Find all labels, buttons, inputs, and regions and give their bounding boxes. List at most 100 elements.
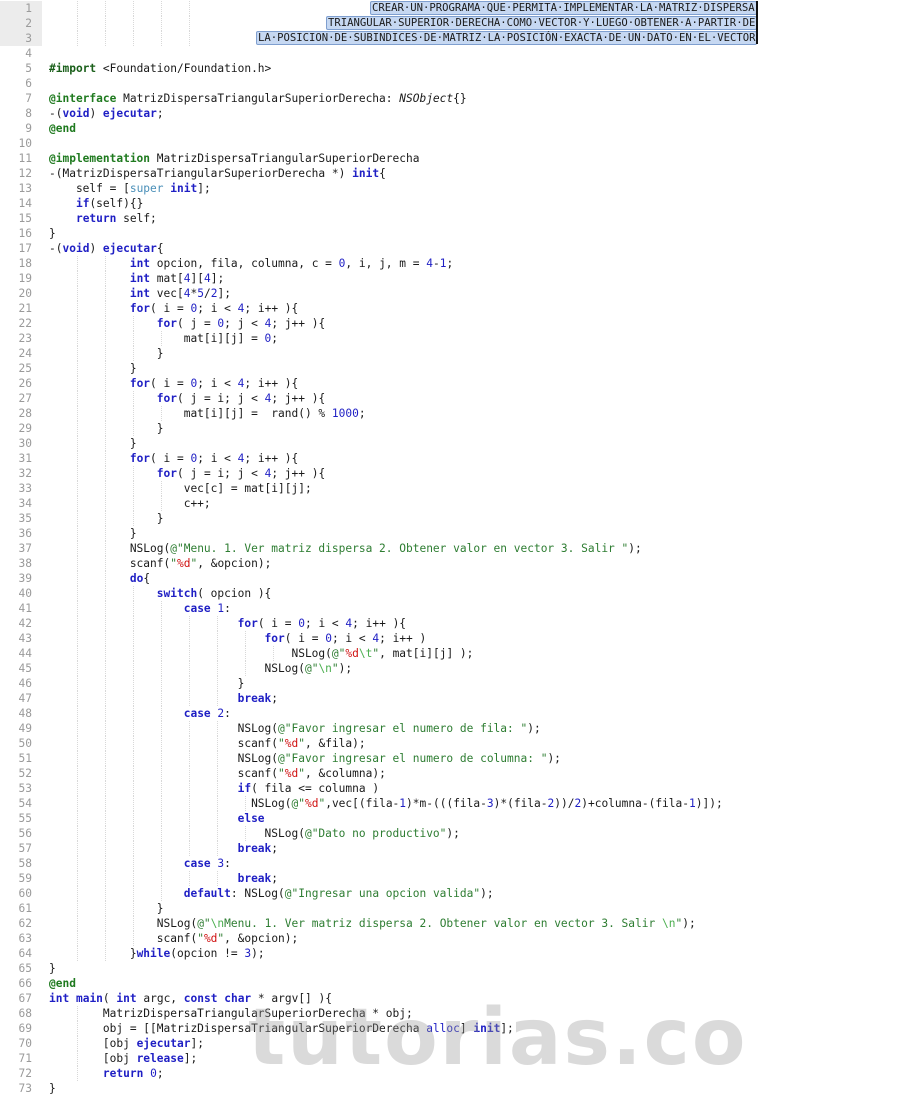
line-number: 41 (18, 602, 32, 615)
code-line[interactable]: 47 break; (0, 691, 910, 706)
code-line[interactable]: 7 @interface MatrizDispersaTriangularSupe… (0, 91, 910, 106)
code-line[interactable]: 28 mat[i][j] = rand() % 1000; (0, 406, 910, 421)
code-line[interactable]: 72 return 0; (0, 1066, 910, 1081)
code-line[interactable]: 56 NSLog(@"Dato no productivo"); (0, 826, 910, 841)
code-line[interactable]: 63 scanf("%d", &opcion); (0, 931, 910, 946)
code-line[interactable]: 21 for( i = 0; i < 4; i++ ){ (0, 301, 910, 316)
indent-guide (77, 16, 78, 31)
code-line[interactable]: 27 for( j = i; j < 4; j++ ){ (0, 391, 910, 406)
code-line[interactable]: 16} (0, 226, 910, 241)
code-line[interactable]: 15 return self; (0, 211, 910, 226)
code-line[interactable]: 26 for( i = 0; i < 4; i++ ){ (0, 376, 910, 391)
code-line[interactable]: 46 } (0, 676, 910, 691)
code-line[interactable]: 42 for( i = 0; i < 4; i++ ){ (0, 616, 910, 631)
code-text: mat[i][j] = 0; (49, 332, 279, 345)
code-text: NSLog(@"Menu. 1. Ver matriz dispersa 2. … (49, 542, 642, 555)
code-line[interactable]: 23 mat[i][j] = 0; (0, 331, 910, 346)
code-line[interactable]: 62 NSLog(@"\nMenu. 1. Ver matriz dispers… (0, 916, 910, 931)
comment-selection[interactable]: TRIANGULAR·SUPERIOR·DERECHA·COMO·VECTOR·… (326, 16, 758, 30)
code-line[interactable]: 5 #import <Foundation/Foundation.h> (0, 61, 910, 76)
code-line[interactable]: 44 NSLog(@"%d\t", mat[i][j] ); (0, 646, 910, 661)
code-text: int mat[4][4]; (129, 272, 225, 285)
code-line[interactable]: 25 } (0, 361, 910, 376)
code-line[interactable]: 39 do{ (0, 571, 910, 586)
code-line[interactable]: 18 int opcion, fila, columna, c = 0, i, … (0, 256, 910, 271)
line-number: 45 (18, 662, 32, 675)
code-text: @end (49, 977, 76, 990)
code-line[interactable]: 50 scanf("%d", &fila); (0, 736, 910, 751)
code-line[interactable]: 55 else (0, 811, 910, 826)
line-number: 13 (18, 182, 32, 195)
line-number: 62 (18, 917, 32, 930)
code-line[interactable]: 67 int main( int argc, const char * argv[… (0, 991, 910, 1006)
code-line[interactable]: 73} (0, 1081, 910, 1096)
code-line[interactable]: 19 int mat[4][4]; (0, 271, 910, 286)
code-line[interactable]: 58 case 3: (0, 856, 910, 871)
code-line[interactable]: 33 vec[c] = mat[i][j]; (0, 481, 910, 496)
indent-guide (77, 31, 78, 46)
code-line[interactable]: 20 int vec[4*5/2]; (0, 286, 910, 301)
code-line[interactable]: 12 -(MatrizDispersaTriangularSuperiorDere… (0, 166, 910, 181)
code-line[interactable]: 8 -(void) ejecutar; (0, 106, 910, 121)
code-line[interactable]: 49 NSLog(@"Favor ingresar el numero de f… (0, 721, 910, 736)
line-number: 34 (18, 497, 32, 510)
code-line[interactable]: 13 self = [super init]; (0, 181, 910, 196)
line-number: 9 (25, 122, 32, 135)
code-line[interactable]: 51 NSLog(@"Favor ingresar el numero de c… (0, 751, 910, 766)
code-line[interactable]: 17 -(void) ejecutar{ (0, 241, 910, 256)
code-line[interactable]: 9 @end (0, 121, 910, 136)
code-editor[interactable]: 1 2 3 4 5 #import <Foundation/Foundation.h> 6 7… (0, 0, 910, 1100)
line-number: 25 (18, 362, 32, 375)
code-text: scanf("%d", &opcion); (49, 932, 299, 945)
code-line[interactable]: 53 if( fila <= columna ) (0, 781, 910, 796)
code-text: do{ (129, 572, 151, 585)
code-line[interactable]: 65} (0, 961, 910, 976)
code-line[interactable]: 54 NSLog(@"%d",vec[(fila-1)*m-(((fila-3)… (0, 796, 910, 811)
code-line[interactable]: 48 case 2: (0, 706, 910, 721)
code-line[interactable]: 29 } (0, 421, 910, 436)
code-line[interactable]: 36 } (0, 526, 910, 541)
code-line[interactable]: 11 @implementation MatrizDispersaTriangul… (0, 151, 910, 166)
code-line[interactable]: 69 obj = [[MatrizDispersaTriangularSuper… (0, 1021, 910, 1036)
code-line[interactable]: 71 [obj release]; (0, 1051, 910, 1066)
code-line[interactable]: 43 for( i = 0; i < 4; i++ ) (0, 631, 910, 646)
code-line[interactable]: 35 } (0, 511, 910, 526)
code-line[interactable]: 24 } (0, 346, 910, 361)
code-line[interactable]: 60 default: NSLog(@"Ingresar una opcion … (0, 886, 910, 901)
code-line[interactable]: 64 }while(opcion != 3); (0, 946, 910, 961)
code-line[interactable]: 14 if(self){} (0, 196, 910, 211)
code-text: int vec[4*5/2]; (129, 287, 231, 300)
code-line[interactable]: 37 NSLog(@"Menu. 1. Ver matriz dispersa … (0, 541, 910, 556)
code-line[interactable]: 40 switch( opcion ){ (0, 586, 910, 601)
comment-selection[interactable]: CREAR·UN·PROGRAMA·QUE·PERMITA·IMPLEMENTA… (370, 1, 757, 15)
line-number: 60 (18, 887, 32, 900)
comment-selection[interactable]: LA·POSICION·DE·SUBINDICES·DE·MATRIZ·LA·P… (256, 31, 758, 45)
code-line[interactable]: 52 scanf("%d", &columna); (0, 766, 910, 781)
code-line[interactable]: 32 for( j = i; j < 4; j++ ){ (0, 466, 910, 481)
code-line[interactable]: 45 NSLog(@"\n"); (0, 661, 910, 676)
code-line[interactable]: 57 break; (0, 841, 910, 856)
code-line[interactable]: 61 } (0, 901, 910, 916)
code-line[interactable]: 34 c++; (0, 496, 910, 511)
code-line[interactable]: 38 scanf("%d", &opcion); (0, 556, 910, 571)
indent-guide (133, 1, 134, 16)
line-number: 73 (18, 1082, 32, 1095)
code-line[interactable]: 41 case 1: (0, 601, 910, 616)
code-line[interactable]: 66 @end (0, 976, 910, 991)
code-line[interactable]: 22 for( j = 0; j < 4; j++ ){ (0, 316, 910, 331)
code-line[interactable]: 59 break; (0, 871, 910, 886)
code-text: MatrizDispersaTriangularSuperiorDerecha … (49, 1007, 413, 1020)
code-text: break; (237, 872, 279, 885)
code-line[interactable]: 6 (0, 76, 910, 91)
line-number: 55 (18, 812, 32, 825)
text-cursor (756, 1, 758, 44)
code-line[interactable]: 10 (0, 136, 910, 151)
code-line[interactable]: 31 for( i = 0; i < 4; i++ ){ (0, 451, 910, 466)
line-number: 36 (18, 527, 32, 540)
line-number: 20 (18, 287, 32, 300)
line-number: 58 (18, 857, 32, 870)
code-line[interactable]: 70 [obj ejecutar]; (0, 1036, 910, 1051)
code-line[interactable]: 4 (0, 46, 910, 61)
code-line[interactable]: 68 MatrizDispersaTriangularSuperiorDerec… (0, 1006, 910, 1021)
code-line[interactable]: 30 } (0, 436, 910, 451)
